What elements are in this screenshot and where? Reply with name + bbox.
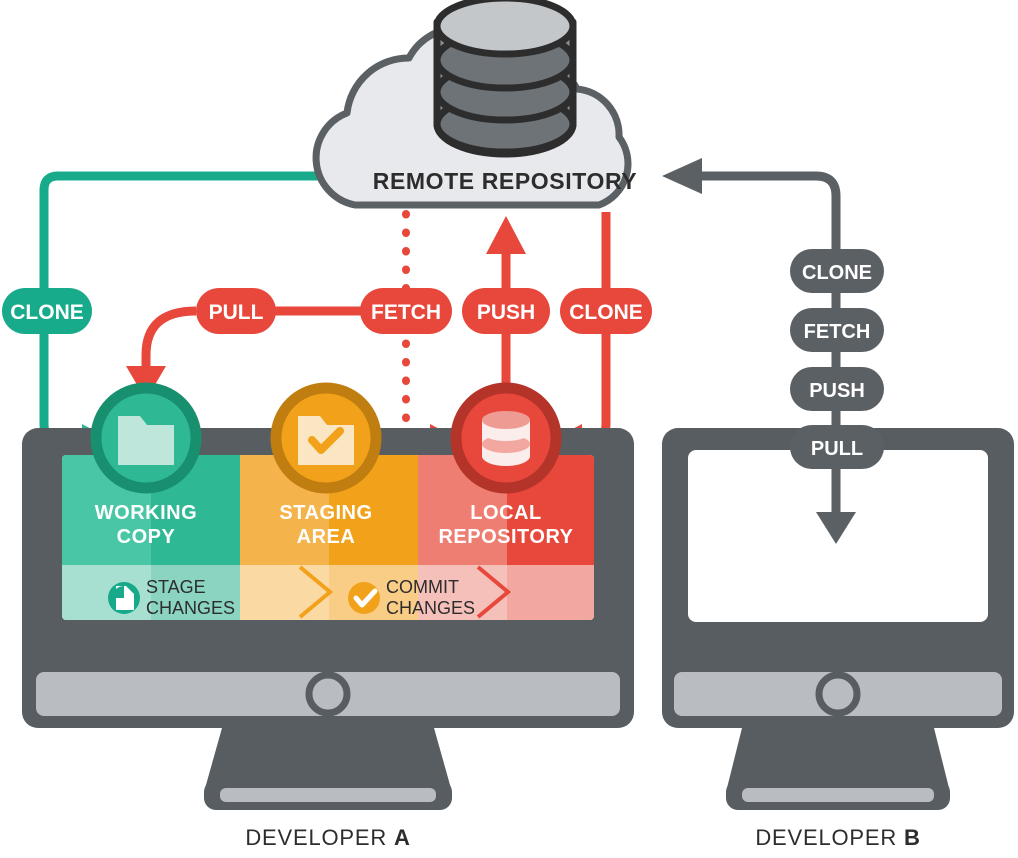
developer-a-caption-prefix: DEVELOPER (245, 825, 394, 850)
local-repository-icon-badge (450, 382, 562, 494)
working-copy-label-line1: WORKING (95, 502, 197, 524)
connector-fetch (402, 210, 460, 456)
local-repository-label-line2: REPOSITORY (438, 526, 573, 548)
pill-fetch-label: FETCH (371, 301, 441, 324)
commit-changes-label-line1: COMMIT (386, 577, 459, 597)
pill-pull-label: PULL (209, 301, 264, 324)
pill-push-label: PUSH (477, 301, 535, 324)
developer-b-caption: DEVELOPER B (755, 825, 920, 850)
developer-a-caption-bold: A (394, 825, 411, 850)
developer-a-caption: DEVELOPER A (245, 825, 410, 850)
stage-changes-label-line1: STAGE (146, 577, 206, 597)
developer-b-caption-prefix: DEVELOPER (755, 825, 904, 850)
stage-changes-label-line2: CHANGES (146, 598, 235, 618)
remote-database-icon (433, 0, 577, 158)
working-copy-icon-badge (90, 382, 202, 494)
git-workflow-diagram: REMOTE REPOSITORY CLONE PULL FETCH PUSH … (0, 0, 1018, 858)
commit-changes-icon (348, 582, 380, 614)
pill-push-b-label: PUSH (809, 380, 865, 402)
staging-area-label-line2: AREA (297, 526, 356, 548)
developer-b-caption-bold: B (904, 825, 921, 850)
pill-fetch-b-label: FETCH (804, 321, 871, 343)
pill-clone-b-label: CLONE (802, 262, 872, 284)
staging-area-label-line1: STAGING (279, 502, 372, 524)
staging-area-icon-badge (270, 382, 382, 494)
remote-repository-label: REMOTE REPOSITORY (373, 168, 638, 194)
stage-changes-icon (108, 582, 140, 614)
pill-clone-red-label: CLONE (569, 301, 643, 324)
working-copy-label-line2: COPY (117, 526, 176, 548)
pill-pull-b-label: PULL (811, 438, 863, 460)
commit-changes-label-line2: CHANGES (386, 598, 475, 618)
connector-clone-dev-b (662, 158, 841, 262)
pill-clone-green-label: CLONE (10, 301, 84, 324)
local-repository-label-line1: LOCAL (470, 502, 541, 524)
